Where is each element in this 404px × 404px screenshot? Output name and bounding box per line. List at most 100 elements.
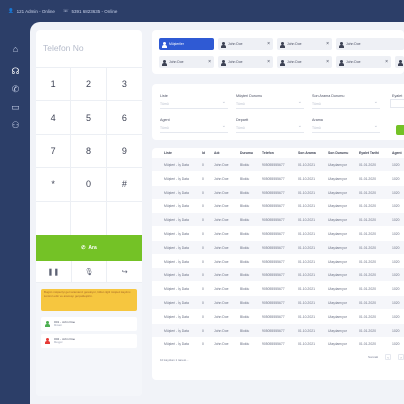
dialpad-info: Bugün müşteriyi geri aramanız gerekiyor,…	[36, 283, 142, 396]
phone-icon[interactable]: ✆	[10, 84, 21, 95]
key-2[interactable]: 2	[71, 68, 107, 102]
table-row[interactable]: Müşteri - İş Data 0 John Doe Bloklu 90505555…	[152, 172, 404, 185]
table-cell: 01.10.2021	[298, 287, 315, 292]
close-icon[interactable]: ×	[267, 59, 270, 65]
call-button[interactable]: ✆ Ara	[36, 235, 142, 261]
search-select[interactable]: Tümü	[312, 123, 380, 133]
table-cell: Müşteri - İş Data	[164, 163, 189, 167]
agent-card[interactable]: 001 - John Doe Müsait	[41, 317, 137, 331]
chip-contact[interactable]: John Doe ×	[159, 56, 214, 68]
chip-contact[interactable]: John Doe ×	[336, 56, 391, 68]
prev-page-button[interactable]: ‹	[385, 354, 391, 360]
column-header[interactable]: Id	[202, 151, 205, 155]
chip-contact[interactable]: John Doe ×	[277, 38, 332, 50]
table-cell: Müşteri - İş Data	[164, 190, 189, 195]
table-cell: 01.01.2020	[359, 314, 376, 319]
column-header[interactable]: Durumu	[240, 151, 253, 155]
table-row[interactable]: Müşteri - İş Data 0 John Doe Bloklu 90505555…	[152, 282, 404, 295]
pause-button[interactable]: ❚❚	[36, 261, 72, 282]
table-cell: Bloklu	[240, 218, 250, 223]
table-cell: 1020	[392, 301, 400, 305]
key-hash[interactable]: #	[106, 168, 142, 202]
close-icon[interactable]: ×	[385, 59, 388, 65]
key-9[interactable]: 9	[106, 135, 142, 169]
table-row[interactable]: Müşteri - İş Data 0 John Doe Bloklu 90505555…	[152, 213, 404, 227]
agent-select[interactable]: Tümü	[160, 123, 228, 133]
chat-icon[interactable]: ▭	[10, 102, 21, 113]
department-select[interactable]: Tümü	[236, 123, 304, 133]
key-8[interactable]: 8	[71, 134, 107, 169]
mute-button[interactable]: 🎙	[72, 261, 108, 282]
key-0[interactable]: 0	[71, 168, 107, 202]
table-cell: Bloklu	[240, 259, 250, 264]
customer-status-select[interactable]: Tümü	[236, 99, 304, 109]
key-6[interactable]: 6	[106, 101, 142, 135]
chip-contact[interactable]: John Doe ×	[218, 38, 273, 50]
column-header[interactable]: Agent	[392, 151, 402, 155]
group-icon[interactable]: ⚇	[10, 120, 21, 131]
table-cell: Bloklu	[240, 287, 250, 292]
key-3[interactable]: 3	[106, 68, 142, 102]
table-cell: 905055555677	[262, 273, 285, 278]
table-cell: 905055555677	[262, 328, 285, 333]
column-header[interactable]: Son Arama	[298, 151, 316, 155]
table-row[interactable]: Müşteri - İş Data 0 John Doe Bloklu 90505555…	[152, 199, 404, 212]
table-cell: Müşteri - İş Data	[164, 328, 189, 333]
phone-number-input[interactable]: Telefon No	[36, 30, 142, 68]
table-cell: 01.01.2020	[359, 342, 376, 347]
user-icon	[280, 59, 285, 66]
table-row[interactable]: Müşteri - İş Data 0 John Doe Bloklu 90505555…	[152, 185, 404, 199]
table-row[interactable]: Müşteri - İş Data 0 John Doe Bloklu 90505555…	[152, 227, 404, 240]
user-icon	[221, 59, 226, 66]
close-icon[interactable]: ×	[326, 41, 329, 47]
close-icon[interactable]: ×	[208, 59, 211, 65]
transfer-button[interactable]: ↪	[107, 261, 142, 282]
column-header[interactable]: Eyalet Tarihi	[359, 151, 379, 155]
chip-customers[interactable]: Müşteriler	[159, 38, 214, 50]
table-cell: 01.10.2021	[298, 176, 315, 181]
chip-contact[interactable]: John Doe ×	[218, 56, 273, 68]
list-select[interactable]: Tümü	[160, 99, 228, 109]
table-row[interactable]: Müşteri - İş Data 0 John Doe Bloklu 90505555…	[152, 268, 404, 282]
table-cell: 0	[202, 176, 204, 181]
table-row[interactable]: Müşteri - İş Data 0 John Doe Bloklu 90505555…	[152, 337, 404, 350]
table-row[interactable]: Müşteri - İş Data 0 John Doe Bloklu 90505555…	[152, 323, 404, 337]
table-cell: Bloklu	[240, 301, 250, 305]
key-star[interactable]: *	[36, 168, 72, 202]
table-cell: Ulaşılamıyor	[328, 328, 347, 333]
column-header[interactable]: Liste	[164, 151, 172, 155]
chip-contact[interactable]: John Doe ×	[277, 56, 332, 68]
table-cell: 905055555677	[262, 314, 285, 319]
key-1[interactable]: 1	[36, 68, 72, 102]
table-cell: 01.10.2021	[298, 190, 315, 195]
chip-contact[interactable]	[395, 56, 404, 68]
key-5[interactable]: 5	[71, 101, 107, 135]
table-footer: 10 kayıttan 1 tanesi...	[160, 358, 189, 362]
home-icon[interactable]: ⌂	[10, 44, 21, 55]
close-icon[interactable]: ×	[326, 59, 329, 65]
agent-icon	[45, 338, 50, 344]
table-row[interactable]: Müşteri - İş Data 0 John Doe Bloklu 90505555…	[152, 310, 404, 323]
close-icon[interactable]: ×	[267, 41, 270, 47]
table-row[interactable]: Müşteri - İş Data 0 John Doe Bloklu 90505555…	[152, 255, 404, 268]
column-header[interactable]: Son Durumu	[328, 151, 348, 155]
key-7[interactable]: 7	[36, 134, 72, 169]
date-picker[interactable]	[390, 99, 404, 108]
next-page-button[interactable]: ›	[398, 354, 404, 360]
table-row[interactable]: Müşteri - İş Data 0 John Doe Bloklu 90505555…	[152, 296, 404, 309]
table-cell: John Doe	[214, 163, 229, 167]
table-cell: Ulaşılamıyor	[328, 273, 347, 278]
chip-contact[interactable]: John Doe	[336, 38, 404, 50]
agent-card[interactable]: 002 - John Doe Meşgul	[41, 334, 137, 348]
table-cell: 01.01.2020	[359, 190, 376, 195]
table-cell: 905055555677	[262, 176, 285, 181]
key-4[interactable]: 4	[36, 101, 72, 135]
table-row[interactable]: Müşteri - İş Data 0 John Doe Bloklu 90505555…	[152, 158, 404, 171]
table-row[interactable]: Müşteri - İş Data 0 John Doe Bloklu 90505555…	[152, 240, 404, 254]
table-cell: 1020	[392, 232, 400, 236]
filter-button[interactable]	[396, 125, 404, 135]
last-call-status-select[interactable]: Tümü	[312, 99, 380, 109]
column-header[interactable]: Telefon	[262, 151, 274, 155]
column-header[interactable]: Adı	[214, 151, 219, 155]
headset-icon[interactable]: ☊	[10, 66, 21, 77]
